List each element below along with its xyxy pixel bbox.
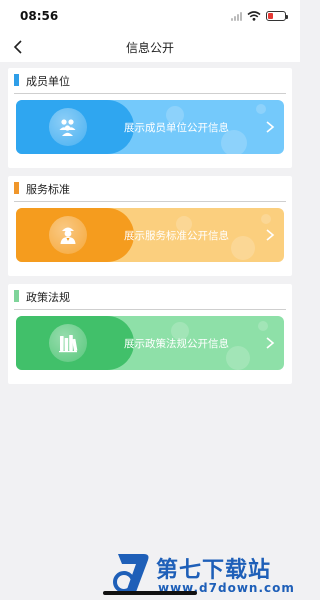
section-service-standards: 服务标准 展示服务标准公开信息 [8, 176, 292, 276]
section-divider [14, 309, 286, 310]
section-header: 服务标准 [8, 176, 292, 200]
section-marker [14, 182, 19, 194]
members-banner-button[interactable]: 展示成员单位公开信息 [16, 100, 284, 154]
section-header: 政策法规 [8, 284, 292, 308]
battery-icon [266, 11, 288, 21]
banner-label: 展示服务标准公开信息 [124, 230, 229, 242]
section-title: 成员单位 [26, 75, 70, 88]
section-marker [14, 74, 19, 86]
service-staff-icon [60, 227, 76, 244]
signal-icon [231, 11, 242, 21]
chevron-right-icon [266, 121, 275, 133]
section-title: 服务标准 [26, 183, 70, 196]
page-title: 信息公开 [125, 41, 174, 55]
banner-label: 展示成员单位公开信息 [124, 122, 229, 134]
policies-banner-button[interactable]: 展示政策法规公开信息 [16, 316, 284, 370]
chevron-right-icon [266, 337, 275, 349]
members-icon [59, 119, 76, 136]
section-title: 政策法规 [26, 291, 70, 304]
nav-bar: 信息公开 [0, 32, 300, 62]
law-books-icon [59, 335, 78, 353]
service-standards-banner-button[interactable]: 展示服务标准公开信息 [16, 208, 284, 262]
section-divider [14, 93, 286, 94]
d7down-logo-icon [113, 554, 149, 593]
section-policies-regulations: 政策法规 展示政策法规公开信息 [8, 284, 292, 384]
section-members: 成员单位 展示成员单位公开信息 [8, 68, 292, 168]
banner-label: 展示政策法规公开信息 [124, 338, 229, 350]
status-icons [231, 10, 288, 22]
section-marker [14, 290, 19, 302]
status-time: 08:56 [20, 9, 59, 23]
section-header: 成员单位 [8, 68, 292, 92]
section-divider [14, 201, 286, 202]
wifi-icon [247, 11, 261, 21]
home-indicator [103, 591, 197, 595]
status-bar: 08:56 [0, 0, 300, 32]
watermark-title: 第七下载站 [156, 558, 272, 583]
chevron-right-icon [266, 229, 275, 241]
